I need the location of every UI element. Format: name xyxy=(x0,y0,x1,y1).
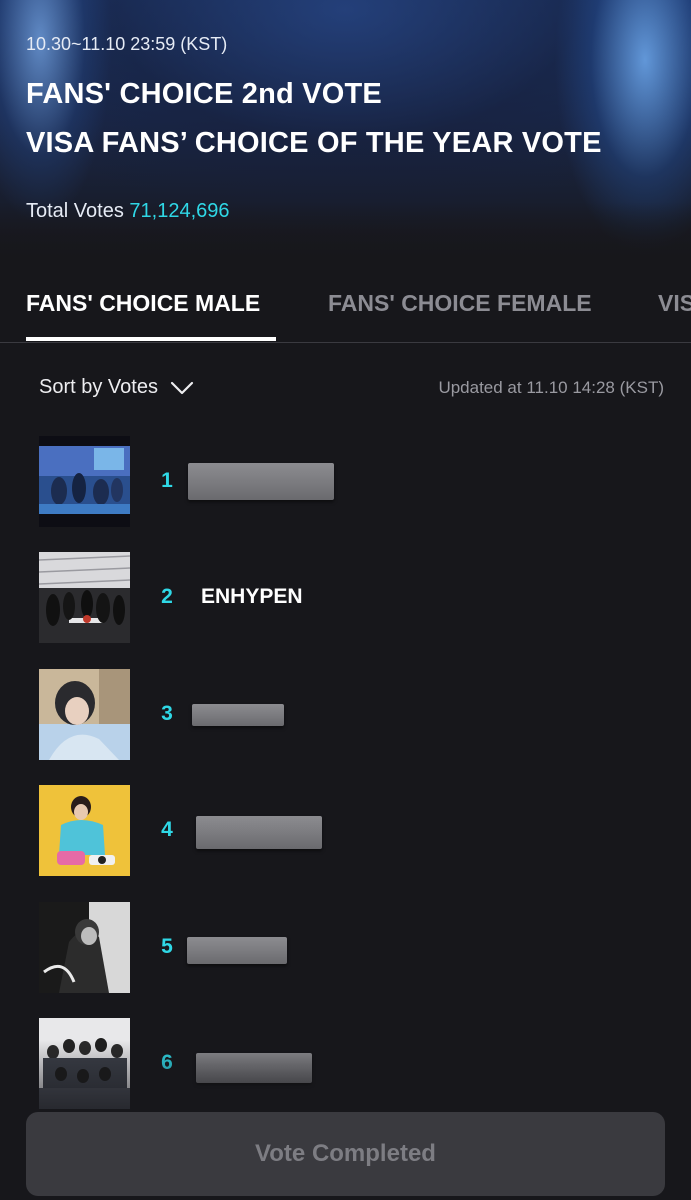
vote-completed-button[interactable]: Vote Completed xyxy=(26,1112,665,1196)
redacted-name xyxy=(196,1053,312,1083)
artist-thumbnail xyxy=(39,669,130,760)
tab-visa[interactable]: VIS xyxy=(658,290,691,317)
artist-thumbnail xyxy=(39,1018,130,1109)
sort-dropdown[interactable]: Sort by Votes xyxy=(39,376,194,399)
redacted-name xyxy=(192,704,284,726)
rank-number: 4 xyxy=(161,818,173,841)
vote-title: FANS' CHOICE 2nd VOTE xyxy=(26,78,382,110)
tab-fans-choice-male[interactable]: FANS' CHOICE MALE xyxy=(26,290,260,317)
artist-thumbnail xyxy=(39,552,130,643)
rank-number: 6 xyxy=(161,1051,173,1074)
rank-number: 3 xyxy=(161,702,173,725)
total-votes: Total Votes 71,124,696 xyxy=(26,200,230,223)
sort-label: Sort by Votes xyxy=(39,376,158,398)
ranking-row-2[interactable]: 2 ENHYPEN xyxy=(0,552,691,643)
redacted-name xyxy=(196,816,322,849)
artist-name: ENHYPEN xyxy=(201,585,303,608)
ranking-row-5[interactable]: 5 xyxy=(0,902,691,993)
ranking-row-6[interactable]: 6 xyxy=(0,1018,691,1109)
rank-number: 1 xyxy=(161,469,173,492)
redacted-name xyxy=(188,463,334,500)
active-tab-indicator xyxy=(26,337,276,341)
ranking-row-1[interactable]: 1 xyxy=(0,436,691,527)
updated-timestamp: Updated at 11.10 14:28 (KST) xyxy=(438,378,664,397)
artist-thumbnail xyxy=(39,436,130,527)
rank-number: 2 xyxy=(161,585,173,608)
rank-number: 5 xyxy=(161,935,173,958)
vote-subtitle: VISA FANS’ CHOICE OF THE YEAR VOTE xyxy=(26,127,602,159)
tab-fans-choice-female[interactable]: FANS' CHOICE FEMALE xyxy=(328,290,592,317)
ranking-row-4[interactable]: 4 xyxy=(0,785,691,876)
redacted-name xyxy=(187,937,287,964)
total-votes-value: 71,124,696 xyxy=(129,200,230,222)
vote-period: 10.30~11.10 23:59 (KST) xyxy=(26,34,228,54)
category-tabs: FANS' CHOICE MALE FANS' CHOICE FEMALE VI… xyxy=(0,276,691,343)
artist-thumbnail xyxy=(39,785,130,876)
ranking-row-3[interactable]: 3 xyxy=(0,669,691,760)
total-votes-label: Total Votes xyxy=(26,200,124,222)
artist-thumbnail xyxy=(39,902,130,993)
chevron-down-icon xyxy=(170,381,194,394)
